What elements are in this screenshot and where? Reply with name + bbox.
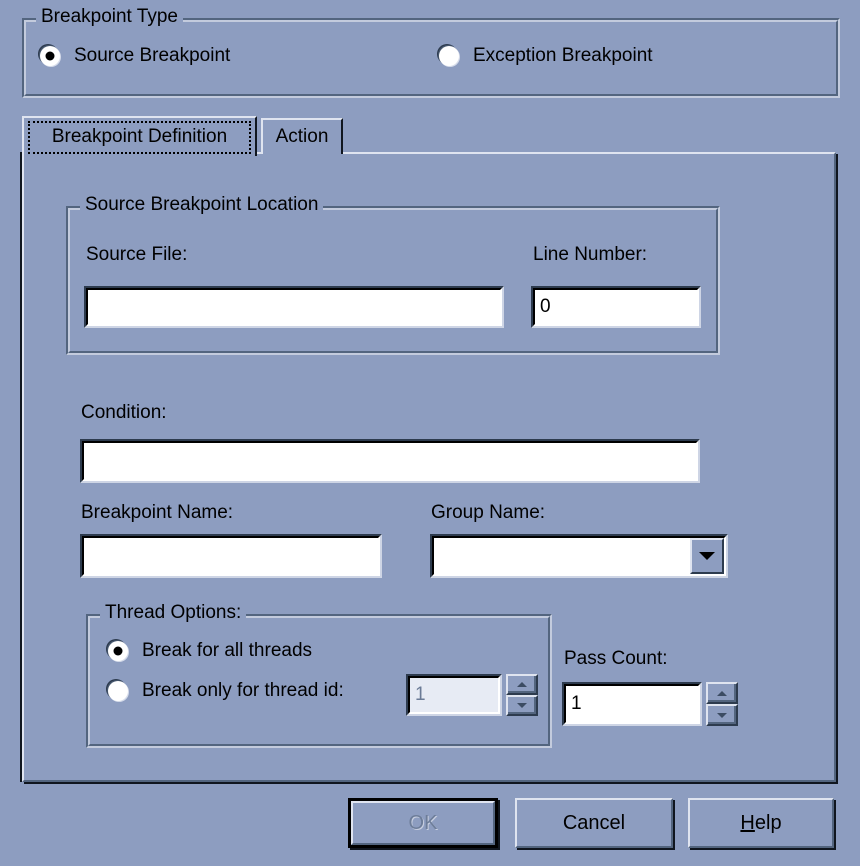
triangle-down-icon: [517, 703, 527, 708]
thread-options-group: Thread Options: Break for all threads Br…: [86, 602, 552, 748]
source-location-inner-bevel: [68, 208, 718, 353]
tab-action[interactable]: Action: [261, 118, 343, 154]
line-number-input[interactable]: 0: [531, 286, 701, 328]
triangle-up-icon: [717, 690, 727, 696]
radio-break-thread-id-indicator[interactable]: [108, 681, 128, 701]
line-number-label: Line Number:: [533, 244, 648, 265]
help-button[interactable]: Help: [688, 798, 834, 848]
radio-break-all-threads-indicator[interactable]: [108, 641, 128, 661]
group-name-combobox-bevel: [432, 536, 726, 576]
radio-source-breakpoint-indicator[interactable]: [40, 46, 60, 66]
thread-id-input[interactable]: 1: [406, 674, 502, 716]
cancel-button-label: Cancel: [562, 812, 626, 834]
chevron-down-icon: [699, 552, 715, 560]
radio-source-breakpoint[interactable]: Source Breakpoint: [40, 45, 230, 67]
pass-count-spinner[interactable]: [706, 682, 738, 726]
pass-count-spinner-down[interactable]: [706, 704, 738, 726]
line-number-input-bevel: [533, 288, 699, 326]
condition-input[interactable]: [80, 439, 700, 483]
pass-count-label: Pass Count:: [564, 648, 668, 669]
radio-break-all-threads[interactable]: Break for all threads: [108, 640, 312, 662]
ok-button-label: OK: [408, 812, 438, 834]
source-file-input-bevel: [86, 288, 502, 326]
breakpoint-name-label: Breakpoint Name:: [81, 502, 234, 523]
line-number-value: 0: [540, 296, 551, 317]
source-file-label: Source File:: [86, 244, 188, 265]
cancel-button[interactable]: Cancel: [515, 798, 673, 848]
source-location-legend: Source Breakpoint Location: [80, 194, 324, 216]
group-name-dropdown-button[interactable]: [690, 538, 724, 574]
radio-break-thread-id[interactable]: Break only for thread id:: [108, 680, 344, 702]
radio-break-all-threads-label: Break for all threads: [142, 640, 313, 661]
source-breakpoint-location-group: Source Breakpoint Location Source File: …: [66, 194, 720, 355]
breakpoint-definition-tab-panel: Source Breakpoint Location Source File: …: [22, 152, 836, 782]
breakpoint-name-input[interactable]: [80, 534, 382, 578]
tab-breakpoint-definition[interactable]: Breakpoint Definition: [22, 116, 257, 156]
tab-action-label: Action: [275, 126, 329, 147]
help-button-rest: elp: [754, 812, 782, 834]
pass-count-input-bevel: [564, 684, 700, 724]
condition-input-bevel: [82, 441, 698, 481]
radio-exception-breakpoint-indicator[interactable]: [439, 46, 459, 66]
breakpoint-type-group: Breakpoint Type Source Breakpoint Except…: [22, 6, 840, 98]
thread-id-spinner[interactable]: [506, 674, 538, 716]
help-accelerator: H: [740, 812, 755, 834]
thread-id-spinner-up[interactable]: [506, 674, 538, 695]
radio-source-breakpoint-label: Source Breakpoint: [74, 45, 231, 66]
thread-id-spinner-down[interactable]: [506, 695, 538, 716]
group-name-label: Group Name:: [431, 502, 546, 523]
condition-label: Condition:: [81, 402, 167, 423]
thread-id-value: 1: [415, 684, 426, 705]
source-file-input[interactable]: [84, 286, 504, 328]
radio-break-thread-id-label: Break only for thread id:: [142, 680, 344, 701]
tab-breakpoint-definition-label: Breakpoint Definition: [51, 126, 228, 147]
pass-count-input[interactable]: 1: [562, 682, 702, 726]
group-name-combobox[interactable]: [430, 534, 728, 578]
radio-exception-breakpoint-label: Exception Breakpoint: [473, 45, 653, 66]
radio-exception-breakpoint[interactable]: Exception Breakpoint: [439, 45, 653, 67]
breakpoint-name-input-bevel: [82, 536, 380, 576]
triangle-down-icon: [717, 712, 727, 718]
thread-options-legend: Thread Options:: [100, 602, 247, 624]
help-button-label: Help: [740, 811, 781, 835]
ok-button[interactable]: OK: [348, 798, 498, 848]
breakpoint-type-legend: Breakpoint Type: [36, 6, 183, 28]
triangle-up-icon: [517, 682, 527, 687]
pass-count-spinner-up[interactable]: [706, 682, 738, 704]
pass-count-value: 1: [571, 693, 582, 714]
